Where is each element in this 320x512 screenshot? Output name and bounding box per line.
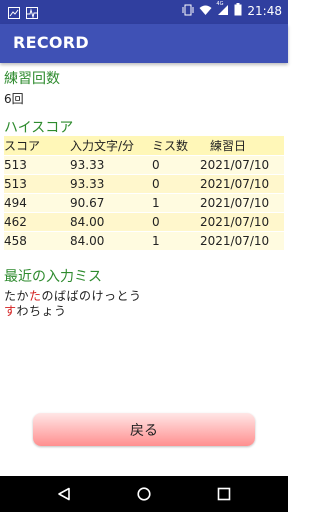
column-header-practice-date: 練習日 (210, 138, 247, 153)
back-button[interactable]: 戻る (33, 413, 255, 446)
table-row: 513 93.33 0 2021/07/10 (4, 155, 284, 174)
miss-word-line: すわちょう (4, 302, 67, 319)
cell-chars-per-minute: 84.00 (70, 233, 105, 248)
miss-char: た (29, 289, 42, 303)
cell-score: 458 (4, 233, 27, 248)
cell-chars-per-minute: 84.00 (70, 214, 105, 229)
highscore-table: スコア 入力文字/分 ミス数 練習日 513 93.33 0 2021/07/1… (4, 136, 284, 251)
recent-misses-heading: 最近の入力ミス (4, 269, 102, 285)
activity-notification-icon (26, 4, 38, 23)
network-type-label: 4G (216, 0, 224, 7)
table-row: 513 93.33 0 2021/07/10 (4, 174, 284, 193)
cell-chars-per-minute: 93.33 (70, 176, 105, 191)
practice-count-heading: 練習回数 (4, 71, 60, 87)
image-notification-icon (8, 4, 20, 23)
cell-miss-count: 0 (152, 176, 160, 191)
column-header-miss-count: ミス数 (152, 138, 189, 153)
cell-miss-count: 0 (152, 214, 160, 229)
cell-score: 462 (4, 214, 27, 229)
table-row: 462 84.00 0 2021/07/10 (4, 212, 284, 231)
cell-chars-per-minute: 93.33 (70, 157, 105, 172)
cell-date: 2021/07/10 (200, 195, 270, 210)
status-bar: 4G 21:48 (0, 0, 288, 24)
wifi-icon (199, 4, 212, 19)
cell-date: 2021/07/10 (200, 214, 270, 229)
miss-text-before: たか (4, 289, 30, 303)
miss-text-after: のばばのけっとう (41, 289, 142, 303)
cell-score: 513 (4, 176, 27, 191)
cell-date: 2021/07/10 (200, 176, 270, 191)
column-header-chars-per-minute: 入力文字/分 (70, 138, 135, 153)
practice-count-value: 6回 (4, 92, 24, 106)
page-title: RECORD (13, 33, 89, 52)
highscore-heading: ハイスコア (4, 120, 74, 136)
table-row: 494 90.67 1 2021/07/10 (4, 193, 284, 212)
miss-text-after: わちょう (16, 304, 67, 318)
nav-recents-icon[interactable] (204, 476, 244, 512)
status-time: 21:48 (247, 4, 282, 18)
nav-home-icon[interactable] (124, 476, 164, 512)
navigation-bar (0, 476, 288, 512)
battery-icon (234, 3, 242, 19)
cellular-signal-icon: 4G (216, 0, 229, 19)
cell-chars-per-minute: 90.67 (70, 195, 105, 210)
table-header-row: スコア 入力文字/分 ミス数 練習日 (4, 136, 284, 155)
cell-date: 2021/07/10 (200, 157, 270, 172)
cell-score: 494 (4, 195, 27, 210)
cell-miss-count: 0 (152, 157, 160, 172)
cell-miss-count: 1 (152, 233, 160, 248)
cell-date: 2021/07/10 (200, 233, 270, 248)
column-header-score: スコア (4, 138, 41, 153)
vibrate-icon (182, 4, 194, 19)
app-bar: RECORD (0, 24, 288, 63)
nav-back-icon[interactable] (44, 476, 84, 512)
table-row: 458 84.00 1 2021/07/10 (4, 231, 284, 250)
miss-char: す (4, 304, 17, 318)
cell-miss-count: 1 (152, 195, 160, 210)
cell-score: 513 (4, 157, 27, 172)
